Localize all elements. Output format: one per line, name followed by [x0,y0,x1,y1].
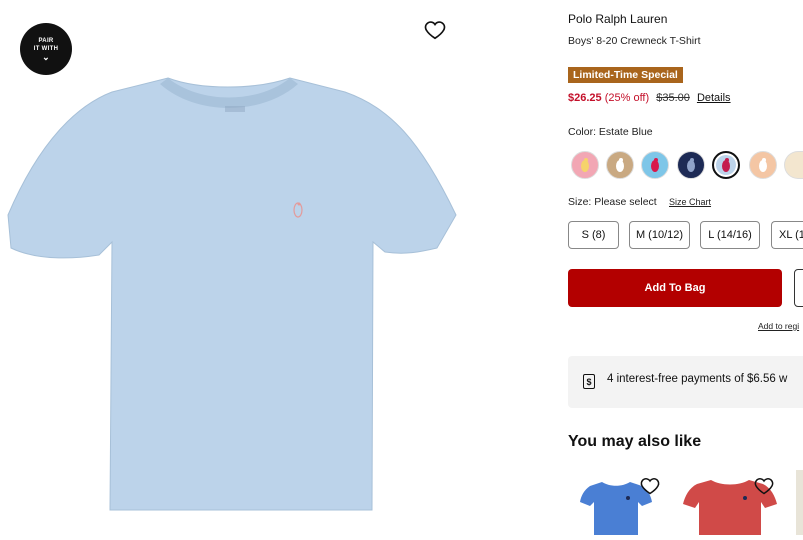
size-l-button[interactable]: L (14/16) [700,221,760,249]
product-image [7,77,457,511]
original-price: $35.00 [656,92,690,104]
pair-badge-line1: PAIR [38,38,54,44]
size-xl-button[interactable]: XL (1 [771,221,803,249]
heart-icon[interactable] [754,476,774,496]
size-label: Size: Please select [568,196,657,208]
size-chart-link[interactable]: Size Chart [669,197,711,207]
swatch-estate-blue[interactable] [712,151,740,179]
heart-icon[interactable] [640,476,660,496]
swatch-tan[interactable] [606,151,634,179]
pony-icon [616,158,624,172]
add-to-registry-link[interactable]: Add to regi [758,321,799,331]
discount-percent: (25% off) [604,92,650,104]
swatch-cream[interactable] [784,151,803,179]
pony-icon [581,158,589,172]
secondary-action-button[interactable] [794,269,803,307]
pair-it-with-button[interactable]: PAIR IT WITH ⌄ [20,23,72,75]
size-s-button[interactable]: S (8) [568,221,619,249]
color-label: Color: Estate Blue [568,126,653,138]
price-row: $26.25 (25% off) $35.00 Details [568,92,731,104]
size-m-button[interactable]: M (10/12) [629,221,690,249]
product-title: Boys' 8-20 Crewneck T-Shirt [568,35,701,47]
promo-badge: Limited-Time Special [568,67,683,83]
add-to-bag-button[interactable]: Add To Bag [568,269,782,307]
swatch-peach[interactable] [749,151,777,179]
chevron-down-icon: ⌄ [42,52,50,62]
swatch-navy[interactable] [677,151,705,179]
recommendation-image-partial[interactable] [796,470,803,535]
sale-price: $26.25 [568,92,602,104]
swatch-pink[interactable] [571,151,599,179]
swatch-light-blue[interactable] [641,151,669,179]
heart-icon[interactable] [424,19,446,41]
you-may-also-like-heading: You may also like [568,433,702,450]
pony-icon [722,158,730,172]
details-link[interactable]: Details [697,92,731,104]
pony-icon [759,158,767,172]
installments-text: 4 interest-free payments of $6.56 w [607,373,788,385]
brand-name[interactable]: Polo Ralph Lauren [568,12,667,26]
pony-icon [651,158,659,172]
product-image-panel[interactable] [0,0,465,535]
pony-icon [687,158,695,172]
dollar-icon: $ [583,374,595,389]
